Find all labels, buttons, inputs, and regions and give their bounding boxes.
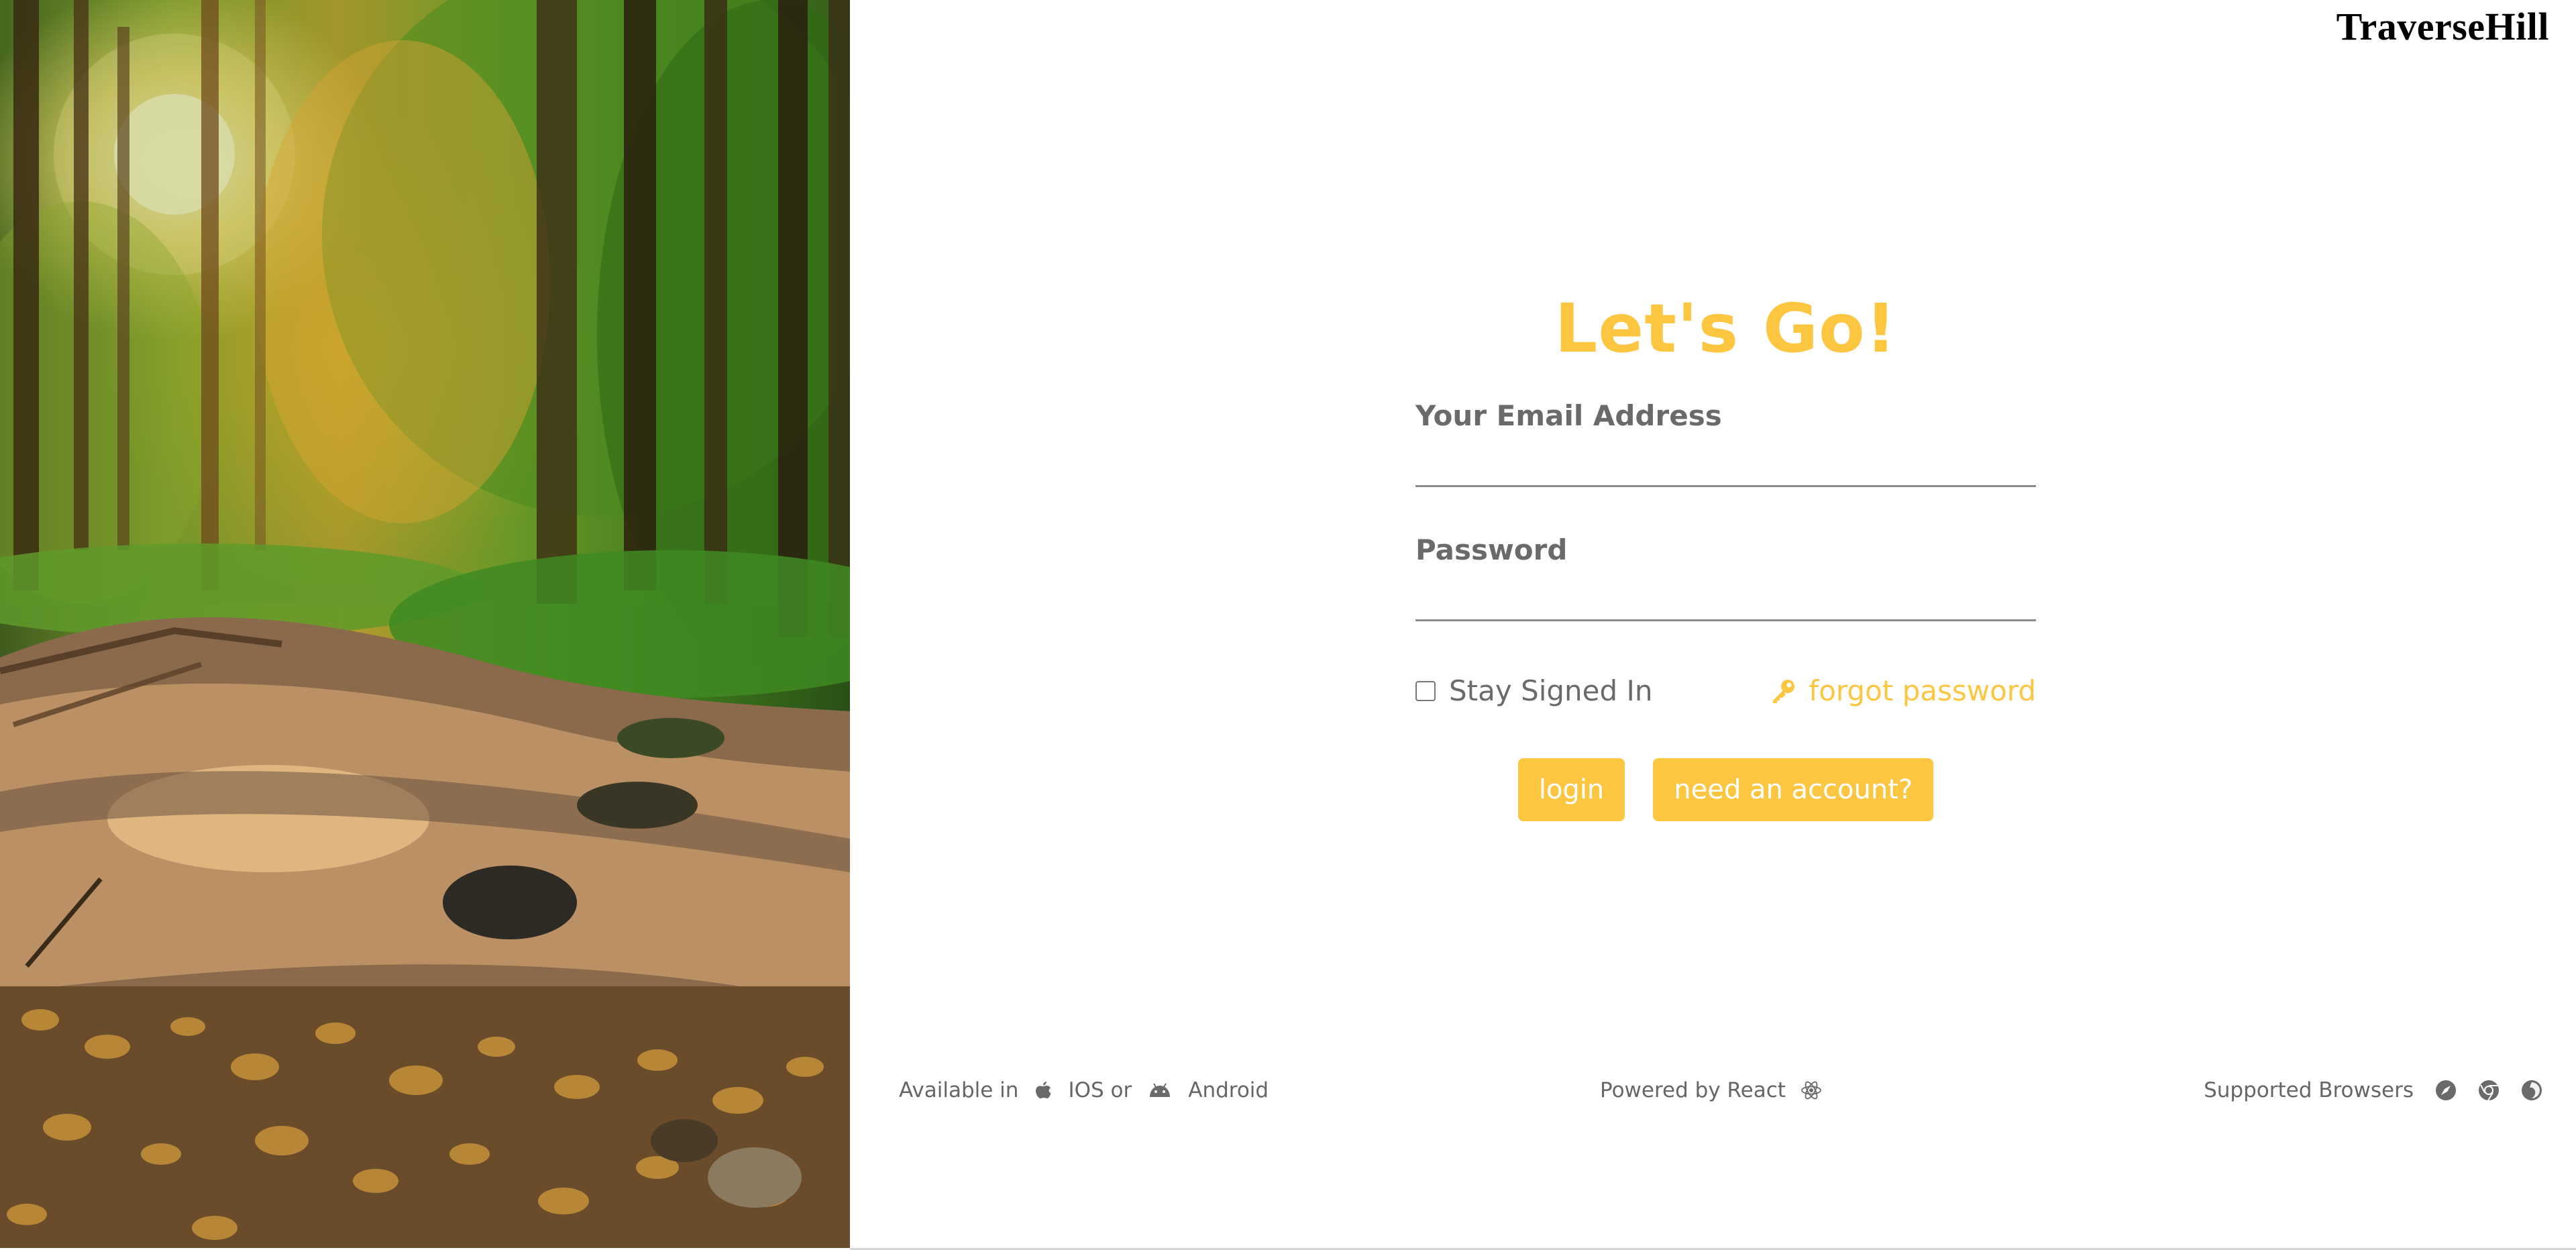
signup-button[interactable]: need an account? [1653,758,1934,821]
key-icon [1770,678,1796,705]
stay-signed-in-label: Stay Signed In [1449,674,1653,707]
forest-stream-hero-image [0,0,850,1248]
react-icon [1801,1080,1822,1101]
apple-icon [1034,1080,1052,1100]
password-input[interactable] [1415,569,2036,621]
login-page: TraverseHill Let's Go! Your Email Addres… [0,0,2576,1250]
footer-browsers: Supported Browsers [2204,1074,2542,1107]
login-form: Let's Go! Your Email Address Password St… [1415,282,2036,821]
chrome-icon [2478,1080,2500,1101]
forest-painting [0,0,850,1248]
android-icon [1148,1082,1172,1098]
powered-by-label: Powered by React [1600,1078,1786,1102]
password-label: Password [1415,533,1568,566]
firefox-icon [2521,1080,2542,1101]
safari-icon [2435,1080,2457,1101]
email-label: Your Email Address [1415,399,1722,432]
stay-signed-in-checkbox[interactable] [1415,680,1436,701]
footer-platforms: Available in IOS or Android [899,1074,1269,1107]
brand-logo: TraverseHill [2336,5,2549,48]
login-button[interactable]: login [1517,758,1625,821]
form-buttons: login need an account? [1415,758,2036,821]
login-title: Let's Go! [1554,289,1897,368]
available-in-label: Available in [899,1078,1019,1102]
forgot-password-link[interactable]: forgot password [1770,674,2036,707]
stay-signed-in[interactable]: Stay Signed In [1415,674,1653,707]
footer-powered-by: Powered by React [1600,1074,1838,1107]
login-options-row: Stay Signed In forgot password [1415,674,2036,715]
email-input[interactable] [1415,435,2036,487]
android-label: Android [1188,1078,1269,1102]
supported-browsers-label: Supported Browsers [2204,1078,2414,1102]
forgot-password-label: forgot password [1809,674,2036,707]
ios-label: IOS or [1068,1078,1132,1102]
footer: Available in IOS or Android Powered by R… [899,1074,2542,1107]
